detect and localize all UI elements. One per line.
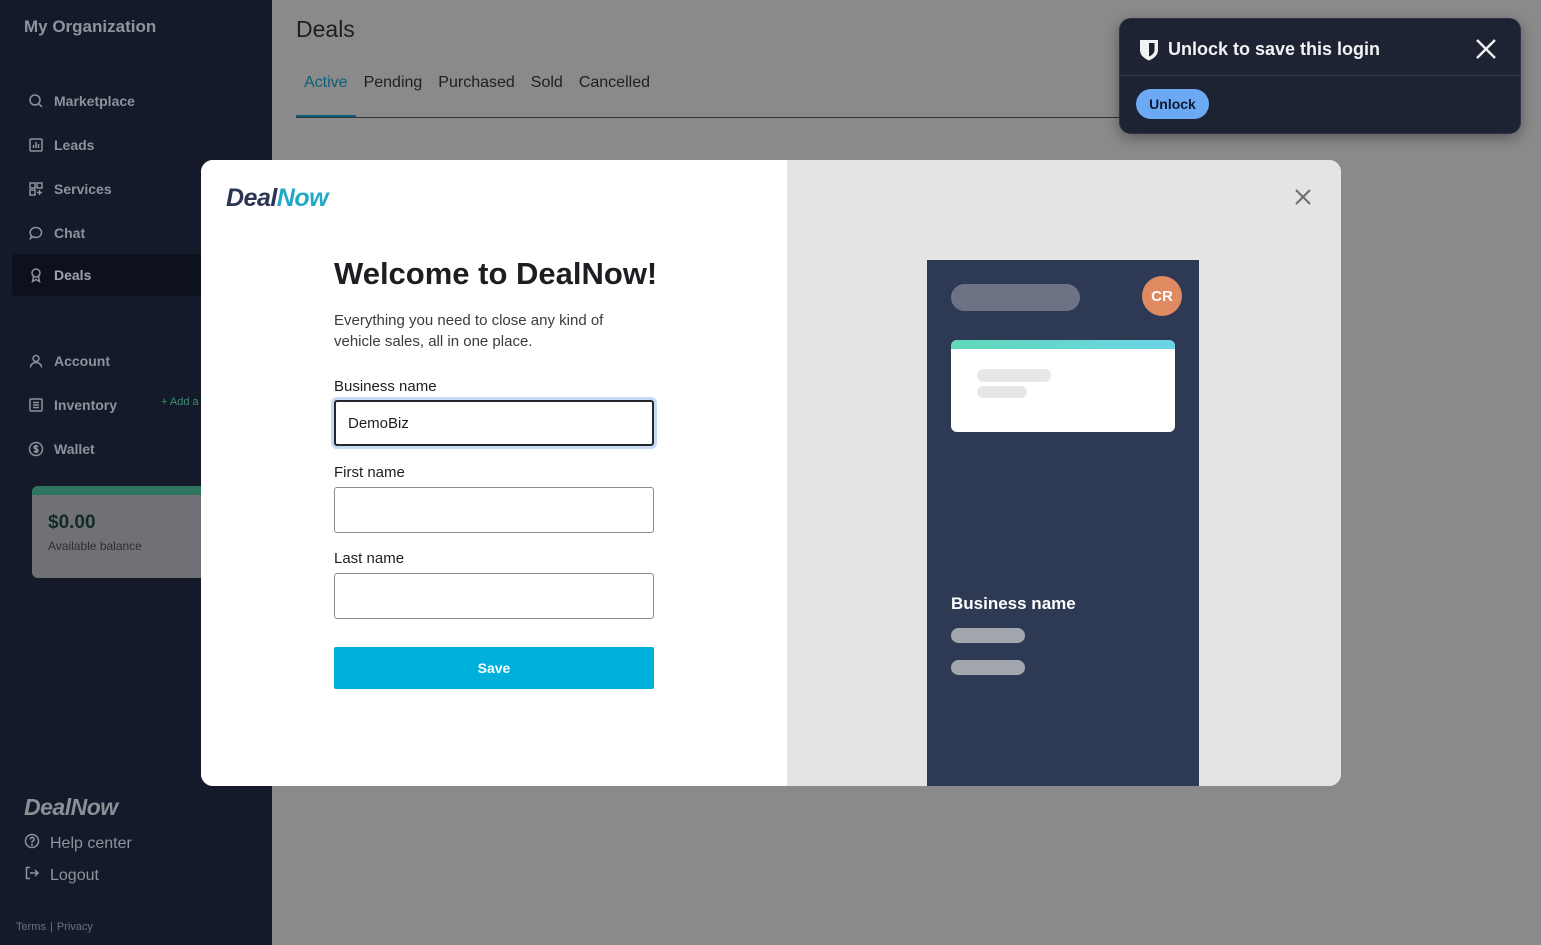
tab-active[interactable]: Active [296, 74, 356, 118]
first-name-input[interactable] [334, 487, 654, 533]
logo-deal-text: Deal [226, 184, 277, 212]
sidebar-logo: DealNow [24, 794, 118, 820]
preview-panel: CR Business name [787, 160, 1341, 786]
password-manager-title: Unlock to save this login [1168, 39, 1381, 59]
page-title: Deals [296, 16, 355, 42]
tabs-divider [296, 117, 1126, 118]
last-name-label: Last name [334, 550, 405, 567]
logout-link[interactable]: Logout [24, 865, 99, 886]
welcome-modal: DealNow Welcome to DealNow! Everything y… [201, 160, 1341, 786]
deal-tabs: Active Pending Purchased Sold Cancelled [296, 74, 658, 118]
preview-card-placeholder-line [977, 386, 1027, 398]
sidebar-item-label: Services [54, 181, 112, 197]
help-center-link[interactable]: Help center [24, 833, 132, 854]
help-icon [24, 833, 50, 854]
legal-links: Terms | Privacy [16, 921, 97, 933]
phone-preview: CR Business name [927, 260, 1199, 786]
welcome-subtitle: Everything you need to close any kind of… [334, 312, 604, 350]
sidebar-item-marketplace[interactable]: Marketplace [12, 80, 212, 122]
preview-card-accent [951, 340, 1175, 349]
ribbon-icon [28, 267, 44, 283]
close-icon [1295, 189, 1311, 205]
terms-link[interactable]: Terms [16, 921, 46, 933]
org-name[interactable]: My Organization [24, 17, 156, 37]
tab-cancelled[interactable]: Cancelled [571, 74, 658, 118]
tab-pending[interactable]: Pending [356, 74, 431, 118]
shield-icon [1140, 40, 1158, 61]
welcome-form-panel: DealNow Welcome to DealNow! Everything y… [201, 160, 787, 786]
sidebar-item-label: Inventory [54, 397, 118, 413]
tab-sold[interactable]: Sold [523, 74, 571, 118]
close-modal-button[interactable] [1291, 185, 1315, 209]
balance-amount: $0.00 [48, 512, 96, 533]
logout-label: Logout [50, 866, 99, 884]
sidebar-item-label: Wallet [54, 441, 95, 457]
unlock-button[interactable]: Unlock [1136, 89, 1209, 119]
privacy-link[interactable]: Privacy [57, 921, 93, 933]
add-inventory-link[interactable]: + Add a [161, 396, 199, 408]
sidebar-item-wallet[interactable]: Wallet [12, 428, 212, 470]
legal-separator: | [49, 921, 53, 933]
sidebar-item-label: Chat [54, 225, 86, 241]
business-name-label: Business name [334, 378, 437, 395]
preview-card [951, 340, 1175, 432]
tab-purchased[interactable]: Purchased [430, 74, 523, 118]
first-name-label: First name [334, 464, 405, 481]
close-icon [1476, 39, 1496, 59]
sidebar-item-deals[interactable]: Deals [12, 254, 212, 296]
dollar-icon [28, 441, 44, 457]
list-icon [28, 397, 44, 413]
grid-icon [28, 181, 44, 197]
sidebar-item-chat[interactable]: Chat [12, 212, 212, 254]
sidebar-item-leads[interactable]: Leads [12, 124, 212, 166]
sidebar-item-label: Marketplace [54, 93, 135, 109]
chart-icon [28, 137, 44, 153]
help-center-label: Help center [50, 834, 132, 852]
preview-card-placeholder-line [977, 369, 1051, 382]
preview-title-placeholder [951, 284, 1080, 311]
balance-card-accent [32, 486, 212, 495]
logo-now-text: Now [276, 184, 329, 212]
save-button[interactable]: Save [334, 647, 654, 689]
preview-placeholder-line [951, 660, 1025, 675]
dealnow-logo: DealNow [226, 184, 329, 213]
close-popup-button[interactable] [1474, 37, 1498, 61]
business-name-input[interactable] [334, 400, 654, 446]
logout-icon [24, 865, 50, 886]
preview-business-name: Business name [951, 594, 1076, 613]
search-icon [28, 93, 44, 109]
password-manager-popup: Unlock to save this login Unlock [1119, 18, 1521, 134]
sidebar-item-label: Deals [54, 267, 92, 283]
avatar: CR [1142, 276, 1182, 316]
chat-icon [28, 225, 44, 241]
sidebar-item-account[interactable]: Account [12, 340, 212, 382]
preview-placeholder-line [951, 628, 1025, 643]
password-manager-header: Unlock to save this login [1120, 19, 1520, 76]
balance-label: Available balance [48, 539, 142, 553]
balance-card: $0.00 Available balance [32, 486, 212, 578]
last-name-input[interactable] [334, 573, 654, 619]
user-icon [28, 353, 44, 369]
welcome-heading: Welcome to DealNow! [334, 256, 658, 291]
sidebar-item-services[interactable]: Services [12, 168, 212, 210]
sidebar-item-label: Account [54, 353, 110, 369]
sidebar-item-label: Leads [54, 137, 95, 153]
